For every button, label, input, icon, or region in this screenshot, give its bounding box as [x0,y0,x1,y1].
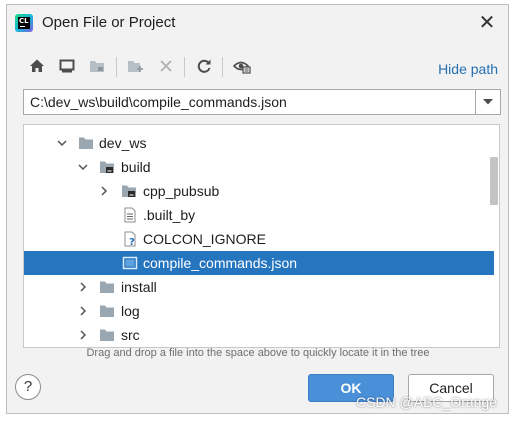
tree-item-dev-ws[interactable]: dev_ws [24,131,494,155]
tree-item-compile-commands-json[interactable]: compile_commands.json [24,251,494,275]
tree-item-label: build [121,159,151,175]
build-folder-icon [122,185,136,197]
chevron-down-icon[interactable] [77,161,89,173]
tree-item-label: dev_ws [99,135,147,151]
desktop-icon[interactable] [56,55,78,77]
show-hidden-icon[interactable] [231,55,253,77]
chevron-right-icon[interactable] [77,281,89,293]
toolbar-separator [222,57,223,77]
toolbar-separator [184,57,185,77]
dialog-title: Open File or Project [42,14,176,31]
path-input[interactable]: C:\dev_ws\build\compile_commands.json [23,89,476,115]
toolbar-separator [116,57,117,77]
chevron-right-icon[interactable] [77,305,89,317]
json-file-icon [122,256,138,270]
tree-item-label: COLCON_IGNORE [143,231,266,247]
folder-icon [100,281,114,293]
chevron-down-icon [483,99,493,105]
tree-item-label: install [121,279,157,295]
help-button[interactable]: ? [15,374,41,400]
new-folder-icon[interactable] [125,55,147,77]
text-file-icon [124,207,136,223]
path-history-dropdown[interactable] [475,89,501,115]
clion-app-icon: CL [15,14,33,32]
toolbar [21,55,501,79]
project-folder-icon[interactable] [86,55,108,77]
tree-item-log[interactable]: log [24,299,494,323]
tree-item-label: .built_by [143,207,196,223]
tree-item-label: cpp_pubsub [143,183,220,199]
folder-icon [79,137,93,149]
tree-item-colcon-ignore[interactable]: ? COLCON_IGNORE [24,227,494,251]
refresh-icon[interactable] [193,55,215,77]
tree-item-src[interactable]: src [24,323,494,347]
tree-item-build[interactable]: build [24,155,494,179]
chevron-right-icon[interactable] [98,185,110,197]
tree-item-install[interactable]: install [24,275,494,299]
hide-path-link[interactable]: Hide path [438,61,498,77]
svg-text:?: ? [129,237,135,247]
home-icon[interactable] [26,55,48,77]
tree-item-label: src [121,327,140,343]
chevron-right-icon[interactable] [77,329,89,341]
folder-icon [100,305,114,317]
tree-item-cpp-pubsub[interactable]: cpp_pubsub [24,179,494,203]
folder-icon [100,329,114,341]
close-icon[interactable]: ✕ [476,11,498,33]
tree-item-built-by[interactable]: .built_by [24,203,494,227]
tree-item-label: compile_commands.json [143,255,298,271]
delete-icon[interactable] [155,55,177,77]
file-tree[interactable]: dev_ws build cpp_pubsub .built_by ? COLC… [23,124,500,348]
app-icon-text: CL [18,17,30,29]
drag-drop-hint: Drag and drop a file into the space abov… [86,347,430,359]
build-folder-icon [100,161,114,173]
title-bar: CL Open File or Project ✕ [7,5,508,41]
tree-scrollbar[interactable] [490,157,498,205]
chevron-down-icon[interactable] [56,137,68,149]
unknown-file-icon: ? [124,231,136,247]
tree-item-label: log [121,303,140,319]
watermark: CSDN @ABC_Orange [356,394,498,410]
